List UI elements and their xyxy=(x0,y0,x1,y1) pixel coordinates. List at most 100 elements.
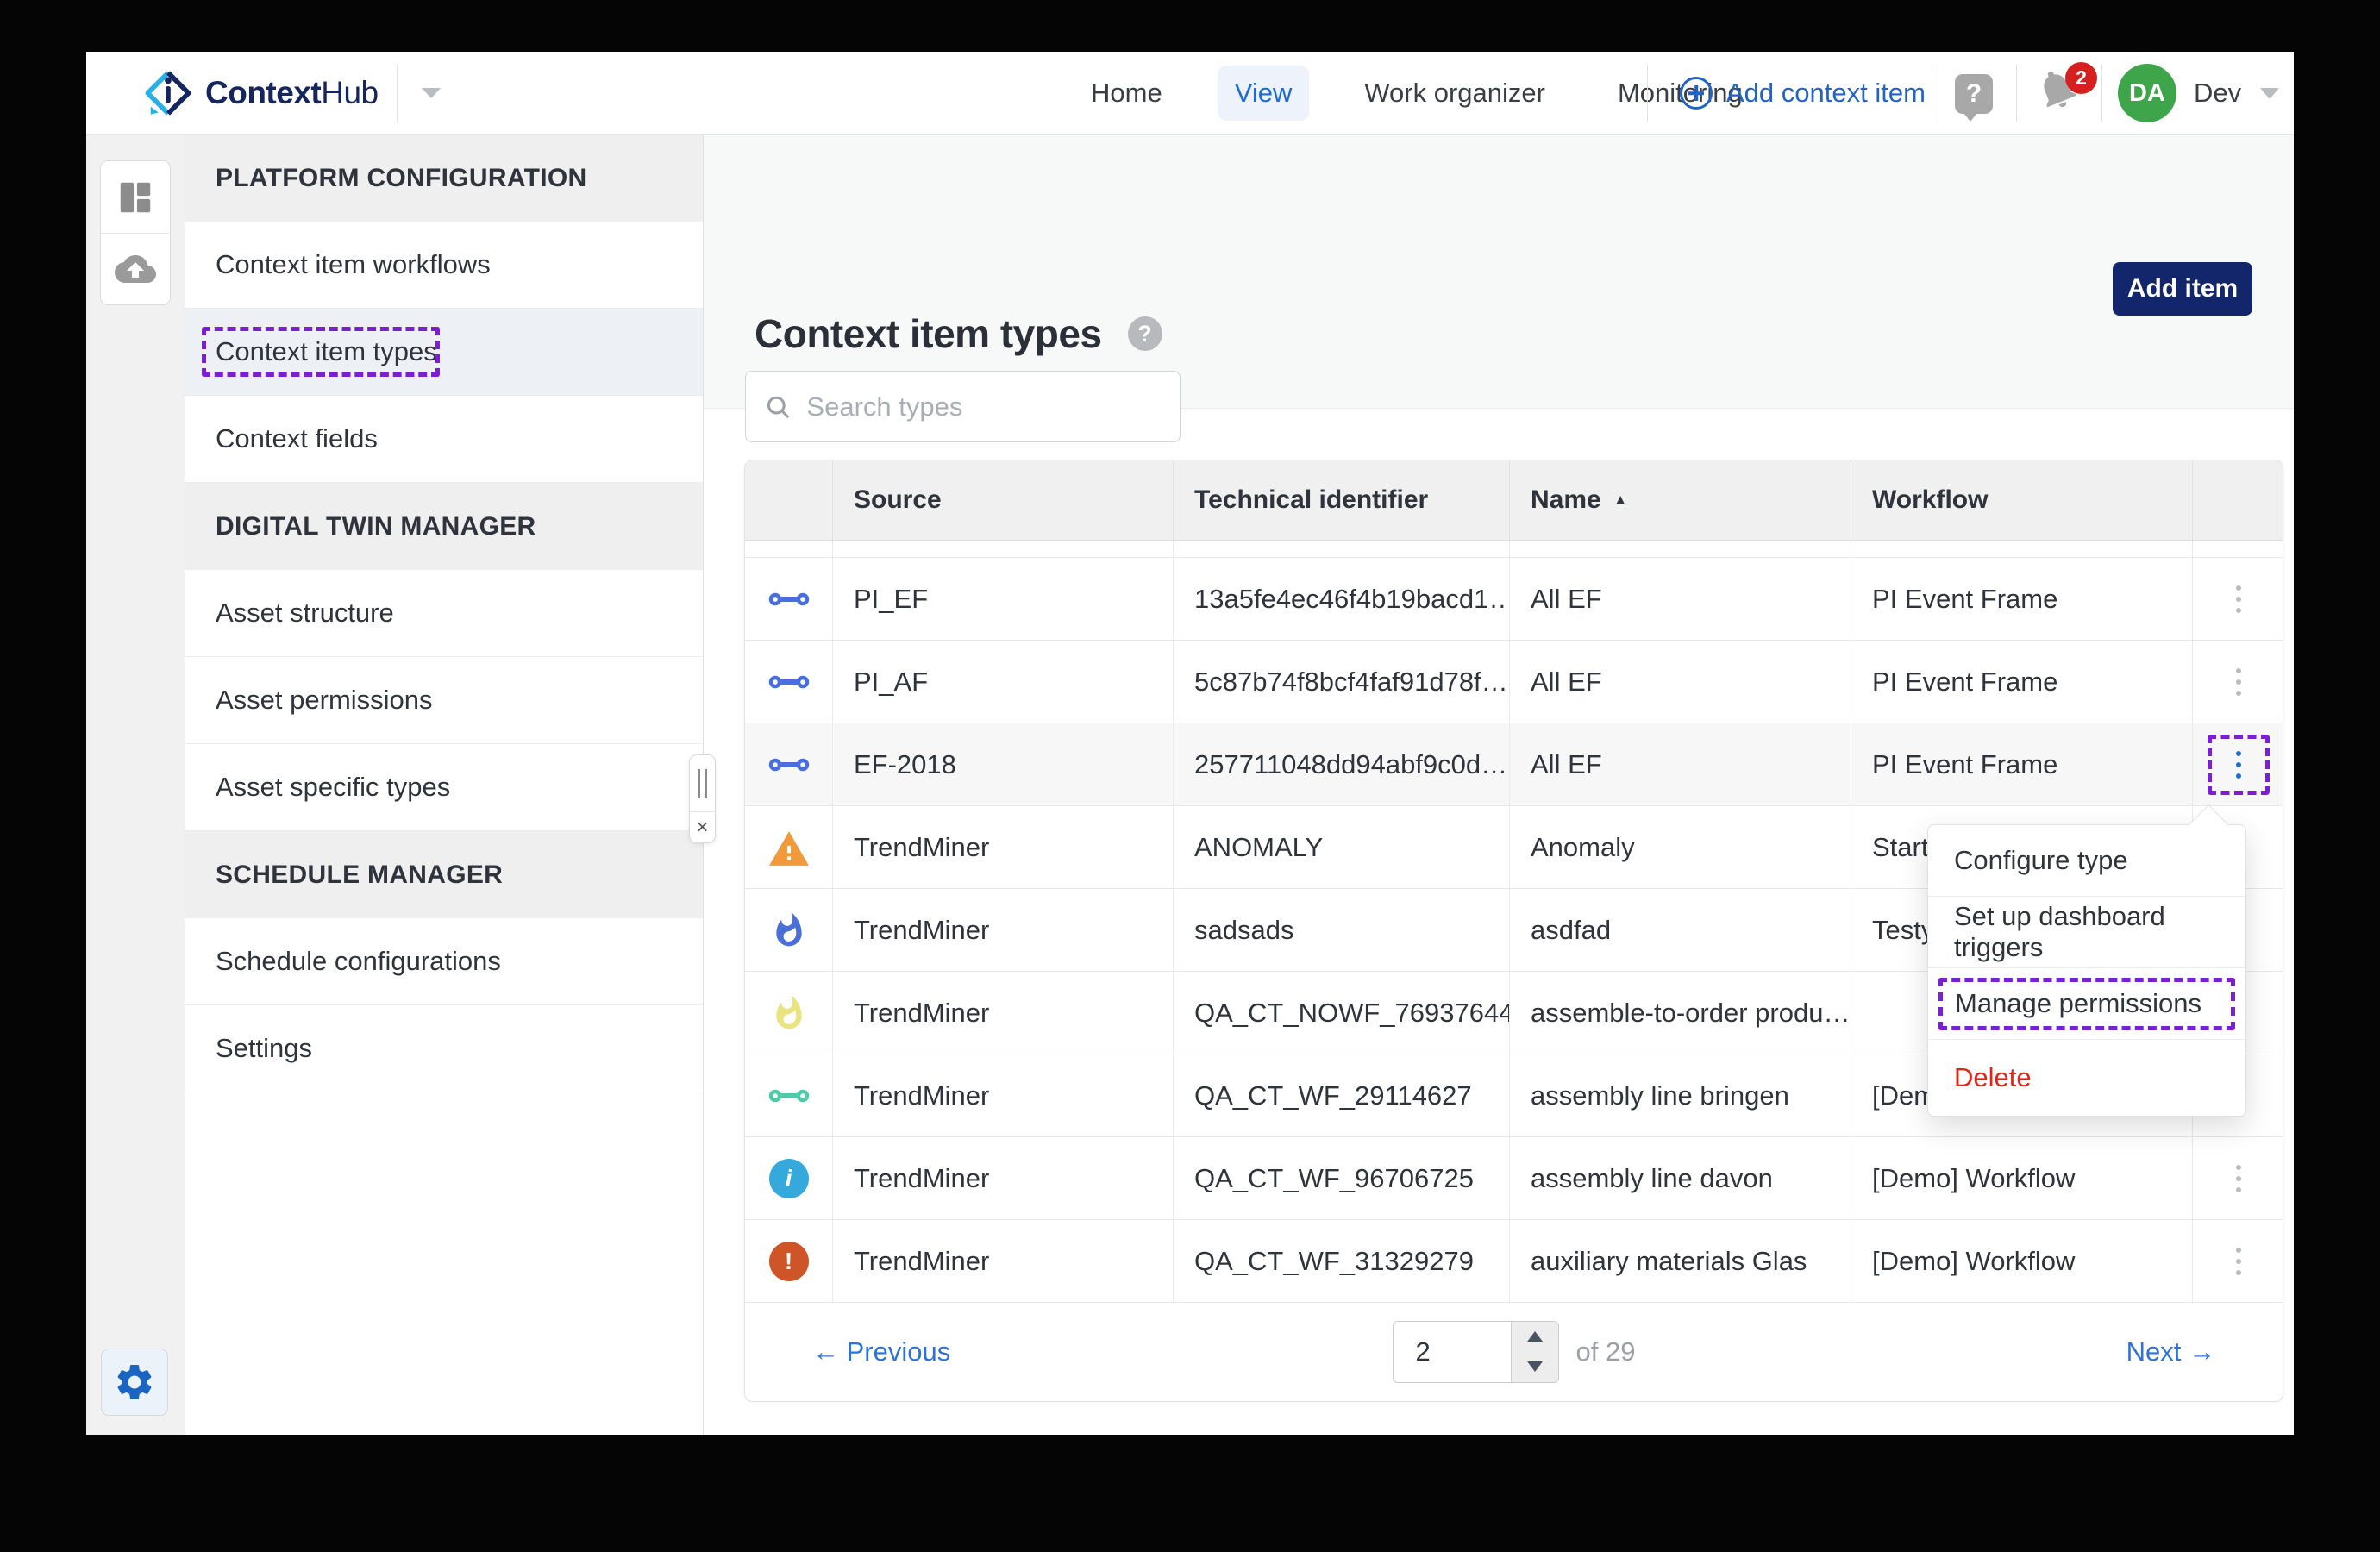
tab-home[interactable]: Home xyxy=(1074,66,1180,121)
cell-name: All EF xyxy=(1510,723,1851,805)
add-context-item-label: Add context item xyxy=(1726,78,1926,109)
sidebar-item-asset-structure[interactable]: Asset structure xyxy=(185,570,703,657)
cell-workflow: PI Event Frame xyxy=(1851,558,2193,640)
upload-button[interactable] xyxy=(101,233,170,304)
cell-technical-identifier: QA_CT_WF_29114627 xyxy=(1174,1054,1510,1136)
table-row-active[interactable]: EF-2018 257711048dd94abf9c0d… All EF PI … xyxy=(745,723,2283,806)
column-source[interactable]: Source xyxy=(833,460,1174,540)
sidebar-section-platform-configuration: PLATFORM CONFIGURATION xyxy=(185,135,703,222)
next-page-link[interactable]: Next → xyxy=(2126,1336,2215,1367)
layout-view-button[interactable] xyxy=(101,161,170,233)
sidebar-item-context-item-workflows[interactable]: Context item workflows xyxy=(185,222,703,309)
focus-ring: Manage permissions xyxy=(1938,978,2235,1030)
table-row[interactable]: ! TrendMiner QA_CT_WF_31329279 auxiliary… xyxy=(745,1220,2283,1303)
previous-page-link[interactable]: ← Previous xyxy=(812,1336,950,1367)
icon-rail xyxy=(86,135,185,1435)
cell-source: TrendMiner xyxy=(833,1220,1174,1302)
partial-row xyxy=(745,541,2283,558)
plus-circle-icon xyxy=(1680,77,1713,110)
cell-source: TrendMiner xyxy=(833,806,1174,888)
sidebar-item-asset-specific-types[interactable]: Asset specific types xyxy=(185,744,703,831)
cell-workflow: PI Event Frame xyxy=(1851,641,2193,723)
contexthub-window: ContextHub Home View Work organizer Moni… xyxy=(86,52,2294,1435)
user-chevron-down-icon xyxy=(2260,88,2279,99)
cell-technical-identifier: QA_CT_WF_31329279 xyxy=(1174,1220,1510,1302)
table-header-row: Source Technical identifier Name▲ Workfl… xyxy=(745,460,2283,541)
sidebar-item-asset-permissions[interactable]: Asset permissions xyxy=(185,657,703,744)
sidebar-resize-handle[interactable]: × xyxy=(689,754,716,843)
cell-technical-identifier: ANOMALY xyxy=(1174,806,1510,888)
focus-ring xyxy=(202,327,440,377)
column-workflow[interactable]: Workflow xyxy=(1851,460,2193,540)
row-actions-kebab[interactable] xyxy=(2224,1239,2253,1284)
menu-item-manage-permissions[interactable]: Manage permissions xyxy=(1928,968,2245,1040)
table-row[interactable]: PI_EF 13a5fe4ec46f4b19bacd1… All EF PI E… xyxy=(745,558,2283,641)
brand-name: ContextHub xyxy=(205,75,379,111)
menu-item-delete[interactable]: Delete xyxy=(1928,1040,2245,1116)
sidebar: PLATFORM CONFIGURATION Context item work… xyxy=(185,135,704,1435)
row-actions-kebab[interactable] xyxy=(2224,577,2253,622)
page-stepper xyxy=(1511,1322,1558,1382)
layout-grid-icon xyxy=(116,178,155,217)
cell-technical-identifier: 13a5fe4ec46f4b19bacd1… xyxy=(1174,558,1510,640)
user-avatar[interactable]: DA xyxy=(2118,64,2176,122)
help-icon[interactable]: ? xyxy=(1955,74,1993,114)
cell-workflow: PI Event Frame xyxy=(1851,723,2193,805)
divider xyxy=(2016,64,2017,122)
user-menu[interactable]: Dev xyxy=(2194,52,2279,135)
brand-chevron-down-icon[interactable] xyxy=(422,88,441,98)
flame-icon xyxy=(770,911,808,949)
arrow-down-icon xyxy=(1527,1361,1543,1372)
cell-name: assemble-to-order produ… xyxy=(1510,972,1851,1054)
sidebar-item-context-fields[interactable]: Context fields xyxy=(185,396,703,483)
info-circle-icon: i xyxy=(769,1159,809,1198)
add-item-button[interactable]: Add item xyxy=(2113,262,2252,316)
page-header-band xyxy=(704,135,2294,409)
settings-gear-button[interactable] xyxy=(101,1349,168,1416)
sidebar-item-context-item-types[interactable]: Context item types xyxy=(185,309,703,396)
column-actions xyxy=(2193,460,2284,540)
menu-item-setup-dashboard-triggers[interactable]: Set up dashboard triggers xyxy=(1928,897,2245,968)
cell-source: TrendMiner xyxy=(833,1054,1174,1136)
page-title: Context item types xyxy=(755,310,1102,357)
sidebar-item-schedule-configurations[interactable]: Schedule configurations xyxy=(185,918,703,1005)
sidebar-item-settings[interactable]: Settings xyxy=(185,1005,703,1092)
page-step-down-button[interactable] xyxy=(1512,1352,1558,1382)
notification-count-badge: 2 xyxy=(2065,62,2097,94)
cell-name: asdfad xyxy=(1510,889,1851,971)
link-icon xyxy=(768,754,810,776)
title-help-icon[interactable]: ? xyxy=(1128,316,1162,351)
collapse-sidebar-button[interactable]: × xyxy=(690,812,715,842)
link-icon xyxy=(768,671,810,693)
row-actions-kebab[interactable] xyxy=(2224,660,2253,704)
row-actions-kebab-open[interactable] xyxy=(2224,742,2253,787)
cell-source: PI_EF xyxy=(833,558,1174,640)
search-input[interactable] xyxy=(806,391,1161,422)
table-row[interactable]: i TrendMiner QA_CT_WF_96706725 assembly … xyxy=(745,1137,2283,1220)
warning-triangle-icon xyxy=(767,828,811,867)
drag-grip-icon[interactable] xyxy=(690,755,715,812)
search-box xyxy=(745,371,1181,442)
add-context-item-button[interactable]: Add context item xyxy=(1680,52,1926,135)
arrow-up-icon xyxy=(1527,1331,1543,1342)
column-icon xyxy=(745,460,833,540)
cell-name: Anomaly xyxy=(1510,806,1851,888)
user-name-label: Dev xyxy=(2194,78,2241,109)
cell-workflow: [Demo] Workflow xyxy=(1851,1220,2193,1302)
page-step-up-button[interactable] xyxy=(1512,1322,1558,1352)
cell-source: TrendMiner xyxy=(833,889,1174,971)
column-technical-identifier[interactable]: Technical identifier xyxy=(1174,460,1510,540)
cell-source: PI_AF xyxy=(833,641,1174,723)
notifications-button[interactable]: 2 xyxy=(2033,66,2094,122)
row-actions-kebab[interactable] xyxy=(2224,1156,2253,1201)
tab-view[interactable]: View xyxy=(1218,66,1310,121)
focus-ring xyxy=(2208,735,2270,795)
sidebar-section-digital-twin-manager: DIGITAL TWIN MANAGER xyxy=(185,483,703,570)
page-number-input[interactable] xyxy=(1394,1322,1511,1382)
cell-technical-identifier: QA_CT_WF_96706725 xyxy=(1174,1137,1510,1219)
table-row[interactable]: PI_AF 5c87b74f8bcf4faf91d78f… All EF PI … xyxy=(745,641,2283,723)
cell-technical-identifier: 257711048dd94abf9c0d… xyxy=(1174,723,1510,805)
cell-name: All EF xyxy=(1510,558,1851,640)
column-name-sorted[interactable]: Name▲ xyxy=(1510,460,1851,540)
tab-work-organizer[interactable]: Work organizer xyxy=(1347,66,1563,121)
